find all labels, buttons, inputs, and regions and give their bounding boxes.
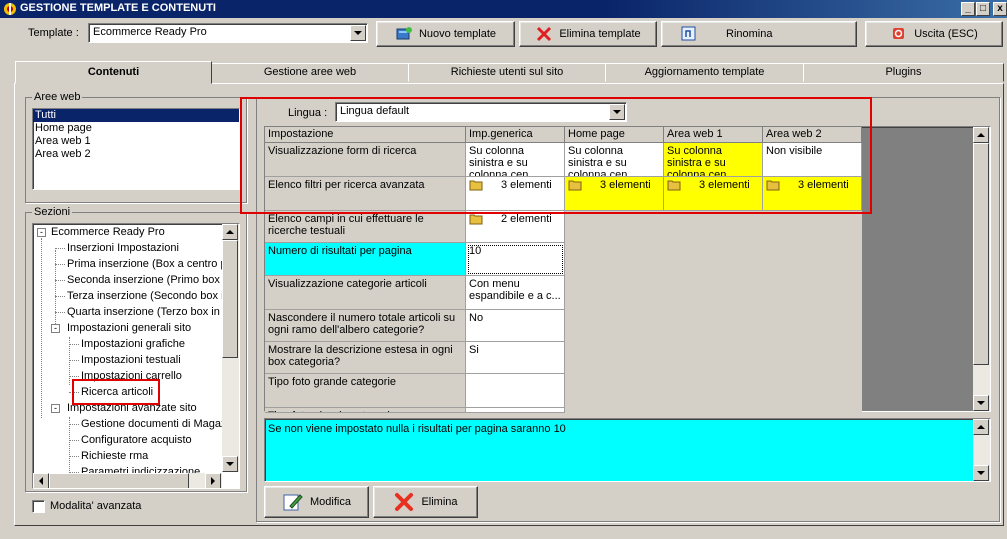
delete-template-button[interactable]: Elimina template (519, 21, 657, 47)
scroll-down-button[interactable] (973, 465, 989, 481)
tree-node[interactable]: Impostazioni grafiche (81, 336, 185, 352)
cell-value: 2 elementi (501, 213, 552, 225)
new-template-label: Nuovo template (418, 28, 497, 40)
app-icon (4, 3, 16, 15)
exit-icon (893, 28, 905, 39)
edit-button[interactable]: Modifica (264, 486, 369, 518)
tree-node[interactable]: Terza inserzione (Secondo box in (67, 288, 230, 304)
tree-node[interactable]: Quarta inserzione (Terzo box in b (67, 304, 229, 320)
advanced-mode-checkbox[interactable] (32, 500, 45, 513)
web-areas-legend: Aree web (32, 91, 83, 103)
maximize-button[interactable]: □ (976, 2, 990, 16)
list-item[interactable]: Tutti (33, 109, 239, 122)
scroll-right-button[interactable] (205, 473, 221, 488)
folder-icon (469, 214, 483, 225)
tree-node-root[interactable]: Ecommerce Ready Pro (51, 224, 165, 240)
rename-icon (681, 26, 696, 41)
tab-plugins[interactable]: Plugins (803, 63, 1004, 82)
scroll-up-button[interactable] (222, 224, 238, 240)
tree-vertical-scrollbar[interactable] (222, 224, 239, 472)
table-cell[interactable]: No (466, 310, 565, 342)
collapse-icon[interactable]: - (37, 228, 46, 237)
sections-tree[interactable]: - Ecommerce Ready Pro Inserzioni Imposta… (32, 223, 240, 489)
edit-label: Modifica (310, 496, 351, 508)
table-cell[interactable] (466, 408, 565, 413)
sections-legend: Sezioni (32, 206, 73, 218)
list-item[interactable]: Area web 1 (33, 135, 239, 148)
delete-label: Elimina (421, 496, 458, 508)
tree-node[interactable]: Seconda inserzione (Primo box in (67, 272, 231, 288)
row-label[interactable]: Nascondere il numero totale articoli su … (265, 310, 466, 342)
template-select-value: Ecommerce Ready Pro (93, 26, 207, 38)
tree-node[interactable]: Impostazioni generali sito (67, 320, 191, 336)
row-label[interactable]: Visualizzazione categorie articoli (265, 276, 466, 310)
scroll-down-button[interactable] (973, 395, 989, 411)
template-select[interactable]: Ecommerce Ready Pro (88, 23, 368, 43)
row-label[interactable]: Mostrare la descrizione estesa in ogni b… (265, 342, 466, 374)
template-label: Template : (28, 27, 79, 39)
title-bar: GESTIONE TEMPLATE E CONTENUTI _ □ x (0, 0, 1007, 18)
scroll-up-button[interactable] (973, 419, 989, 435)
tab-contenuti[interactable]: Contenuti (15, 61, 212, 84)
row-label[interactable]: Tipo foto piccola categorie (265, 408, 466, 413)
chevron-down-icon[interactable] (350, 25, 366, 41)
minimize-button[interactable]: _ (961, 2, 975, 16)
tab-gestione-aree-web[interactable]: Gestione aree web (211, 63, 409, 82)
table-cell[interactable]: Si (466, 342, 565, 374)
scroll-left-button[interactable] (33, 473, 49, 488)
rename-button[interactable]: Rinomina (661, 21, 857, 47)
highlight-frame (240, 97, 872, 214)
table-cell[interactable]: 2 elementi (466, 211, 565, 243)
grid-empty-area (565, 211, 862, 412)
description-scrollbar[interactable] (973, 419, 990, 481)
tree-node[interactable]: Configuratore acquisto (81, 432, 192, 448)
red-x-icon (537, 26, 552, 42)
row-label-selected[interactable]: Numero di risultati per pagina (265, 243, 466, 276)
delete-button[interactable]: Elimina (373, 486, 478, 518)
scroll-up-button[interactable] (973, 127, 989, 143)
window-title: GESTIONE TEMPLATE E CONTENUTI (20, 2, 216, 14)
tree-node[interactable]: Inserzioni Impostazioni (67, 240, 179, 256)
web-areas-list[interactable]: Tutti Home page Area web 1 Area web 2 (32, 108, 240, 190)
advanced-mode-label: Modalita' avanzata (50, 500, 142, 512)
collapse-icon[interactable]: - (51, 324, 60, 333)
close-button[interactable]: x (993, 2, 1007, 16)
highlight-frame (72, 379, 160, 405)
grid-vertical-scrollbar[interactable] (973, 127, 990, 411)
tree-node[interactable]: Gestione documenti di Magaz (81, 416, 227, 432)
red-x-icon (395, 493, 414, 511)
table-cell[interactable] (466, 374, 565, 408)
row-label[interactable]: Tipo foto grande categorie (265, 374, 466, 408)
pencil-icon (283, 494, 303, 511)
list-item[interactable]: Area web 2 (33, 148, 239, 161)
collapse-icon[interactable]: - (51, 404, 60, 413)
list-item[interactable]: Home page (33, 122, 239, 135)
table-cell[interactable]: Con menu espandibile e a c... (466, 276, 565, 310)
exit-label: Uscita (ESC) (914, 28, 978, 40)
tab-aggiornamento-template[interactable]: Aggiornamento template (605, 63, 804, 82)
rename-label: Rinomina (726, 28, 773, 40)
scroll-thumb[interactable] (973, 143, 989, 365)
tree-node[interactable]: Prima inserzione (Box a centro pa (67, 256, 233, 272)
scroll-thumb[interactable] (222, 240, 238, 358)
exit-button[interactable]: Uscita (ESC) (865, 21, 1003, 47)
new-template-button[interactable]: Nuovo template (376, 21, 515, 47)
scroll-thumb[interactable] (49, 473, 189, 488)
tree-node[interactable]: Impostazioni testuali (81, 352, 181, 368)
description-text: Se non viene impostato nulla i risultati… (268, 423, 566, 435)
tab-richieste-utenti[interactable]: Richieste utenti sul sito (408, 63, 606, 82)
description-box: Se non viene impostato nulla i risultati… (264, 418, 991, 482)
delete-template-label: Elimina template (559, 28, 641, 40)
tree-horizontal-scrollbar[interactable] (33, 473, 222, 488)
scroll-down-button[interactable] (222, 456, 238, 472)
new-template-icon (396, 27, 412, 40)
table-cell-focused[interactable]: 10 (466, 243, 565, 276)
row-label[interactable]: Elenco campi in cui effettuare le ricerc… (265, 211, 466, 243)
tree-node[interactable]: Richieste rma (81, 448, 148, 464)
